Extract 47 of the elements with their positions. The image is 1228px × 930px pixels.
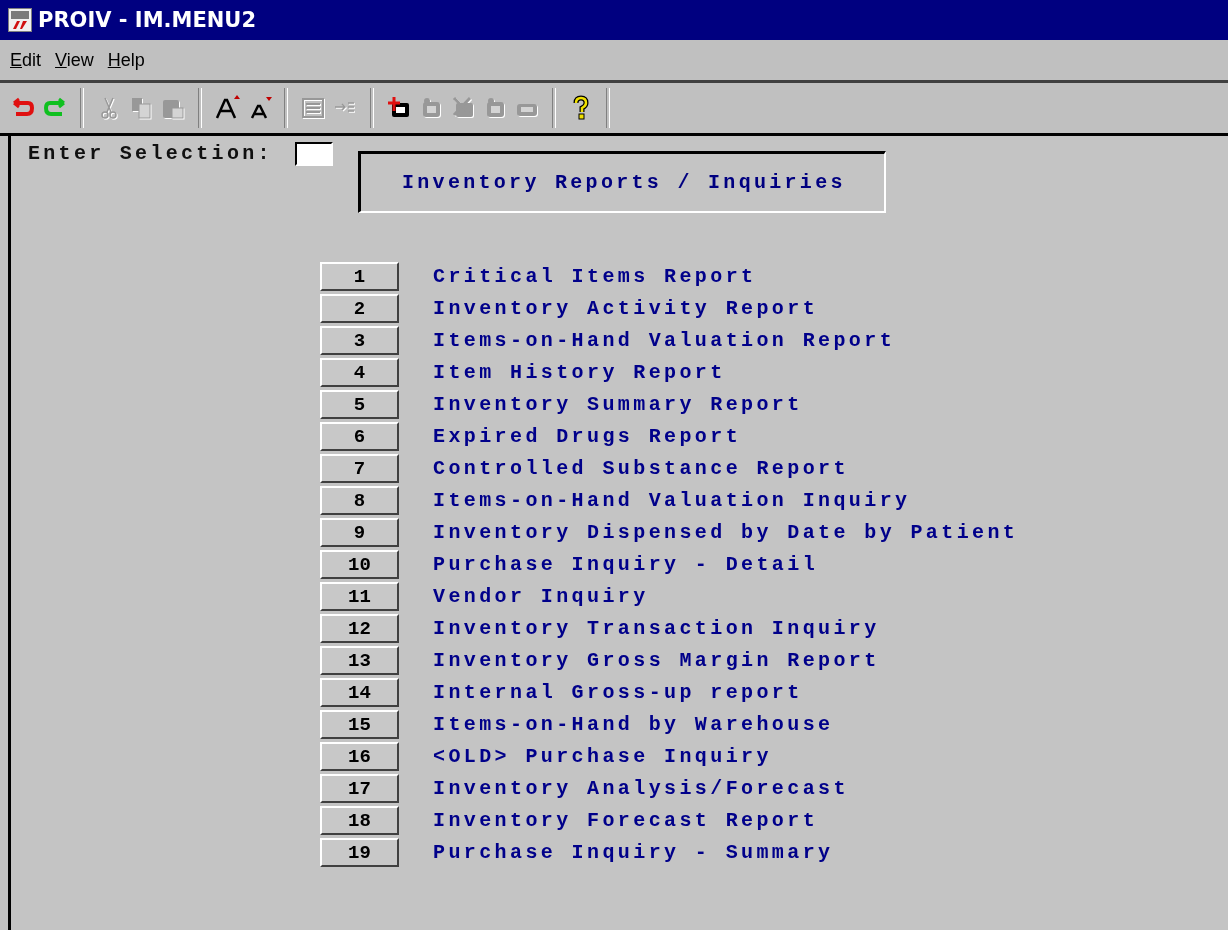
option-number-button[interactable]: 1 bbox=[320, 262, 399, 291]
selection-input-field[interactable] bbox=[294, 142, 333, 166]
option-number-button[interactable]: 14 bbox=[320, 678, 399, 707]
option-label: Inventory Activity Report bbox=[433, 297, 819, 320]
selection-label: Enter Selection: bbox=[28, 142, 273, 165]
option-number-button[interactable]: 16 bbox=[320, 742, 399, 771]
option-label: Items-on-Hand Valuation Report bbox=[433, 329, 896, 352]
option-label: Inventory Transaction Inquiry bbox=[433, 617, 880, 640]
option-label: Critical Items Report bbox=[433, 265, 757, 288]
option-number-button[interactable]: 10 bbox=[320, 550, 399, 579]
option-number-button[interactable]: 5 bbox=[320, 390, 399, 419]
option-number-button[interactable]: 9 bbox=[320, 518, 399, 547]
menu-item[interactable]: Help bbox=[107, 49, 145, 71]
option-label: Inventory Dispensed by Date by Patient bbox=[433, 521, 1019, 544]
option-number-button[interactable]: 8 bbox=[320, 486, 399, 515]
menu-item[interactable]: View bbox=[55, 49, 94, 71]
option-label: Vendor Inquiry bbox=[433, 585, 649, 608]
option-number-button[interactable]: 12 bbox=[320, 614, 399, 643]
font-larger-icon[interactable] bbox=[214, 95, 240, 121]
option-label: Inventory Analysis/Forecast bbox=[433, 777, 849, 800]
option-number-button[interactable]: 3 bbox=[320, 326, 399, 355]
option-label: Expired Drugs Report bbox=[433, 425, 742, 448]
option-number-button[interactable]: 18 bbox=[320, 806, 399, 835]
option-number-button[interactable]: 11 bbox=[320, 582, 399, 611]
option-number-button[interactable]: 2 bbox=[320, 294, 399, 323]
option-label: Item History Report bbox=[433, 361, 726, 384]
option-number-button[interactable]: 7 bbox=[320, 454, 399, 483]
option-number-button[interactable]: 4 bbox=[320, 358, 399, 387]
option-label: <OLD> Purchase Inquiry bbox=[433, 745, 772, 768]
option-label: Inventory Gross Margin Report bbox=[433, 649, 880, 672]
option-label: Purchase Inquiry - Detail bbox=[433, 553, 819, 576]
option-label: Inventory Summary Report bbox=[433, 393, 803, 416]
option-label: Items-on-Hand by Warehouse bbox=[433, 713, 834, 736]
option-label: Purchase Inquiry - Summary bbox=[433, 841, 834, 864]
option-number-button[interactable]: 6 bbox=[320, 422, 399, 451]
app-icon bbox=[8, 8, 32, 32]
option-number-button[interactable]: 17 bbox=[320, 774, 399, 803]
option-number-button[interactable]: 13 bbox=[320, 646, 399, 675]
option-label: Internal Gross-up report bbox=[433, 681, 803, 704]
option-number-button[interactable]: 19 bbox=[320, 838, 399, 867]
option-label: Inventory Forecast Report bbox=[433, 809, 819, 832]
menu-item[interactable]: Edit bbox=[10, 49, 42, 71]
option-label: Items-on-Hand Valuation Inquiry bbox=[433, 489, 911, 512]
heading-text: Inventory Reports / Inquiries bbox=[402, 171, 846, 194]
option-number-button[interactable]: 15 bbox=[320, 710, 399, 739]
option-label: Controlled Substance Report bbox=[433, 457, 849, 480]
window-title: PROIV - IM.MENU2 bbox=[38, 8, 256, 32]
